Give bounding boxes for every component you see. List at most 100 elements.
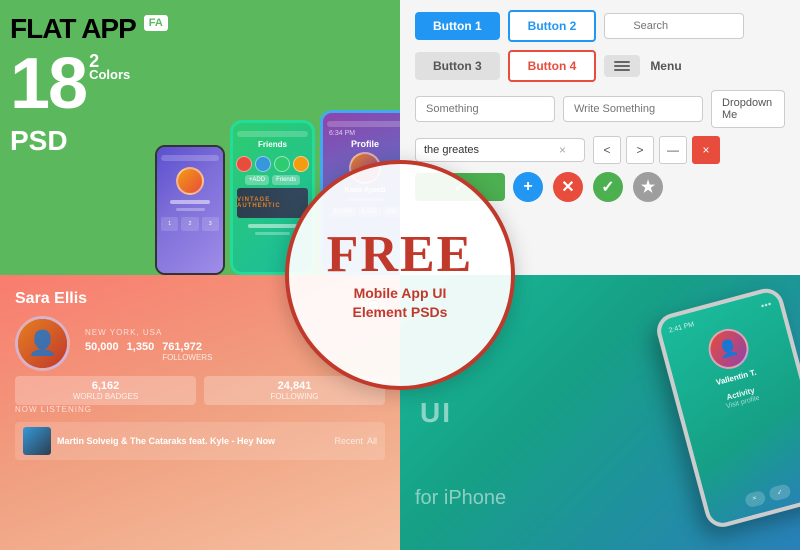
- stat-number-followers: 761,972: [162, 341, 212, 353]
- music-row: Martin Solveig & The Cataraks feat. Kyle…: [15, 422, 385, 460]
- write-something-input[interactable]: [563, 96, 703, 122]
- stat-number-badges: 6,162: [23, 380, 188, 392]
- menu-label: Menu: [650, 59, 681, 73]
- profile-stat-1350: 1,350: [127, 341, 155, 362]
- profile-top-stats: 50,000 1,350 761,972 FOLLOWERS: [85, 341, 212, 362]
- menu-line-3: [614, 69, 630, 71]
- iphone-mockup: 2:41 PM ●●● 👤 Vallentin T. Activity Visi…: [653, 284, 800, 530]
- stat-badges: 6,162 WORLD BADGES: [15, 376, 196, 405]
- phone-text-line-2: [176, 208, 205, 211]
- text-nav-row: × < > — ×: [415, 136, 785, 164]
- button-3[interactable]: Button 3: [415, 52, 500, 80]
- now-playing-label: Now Listening: [15, 405, 385, 414]
- profile-avatar-inner: 👤: [18, 319, 67, 368]
- friend-avatar-3: [274, 156, 290, 172]
- search-input[interactable]: [604, 13, 744, 39]
- button-4[interactable]: Button 4: [508, 50, 597, 82]
- phone-add-row: +ADD Friends: [245, 175, 300, 185]
- profile-avatar: 👤: [15, 316, 70, 371]
- stat-label-followers: FOLLOWERS: [162, 353, 212, 362]
- iphone-avatar-icon: 👤: [716, 336, 740, 360]
- dropdown-field[interactable]: Dropdown Me: [711, 90, 785, 128]
- nav-close-button[interactable]: ×: [692, 136, 720, 164]
- profile-stats: 6,162 WORLD BADGES 24,841 FOLLOWING: [15, 376, 385, 405]
- profile-name: Sara Ellis: [15, 290, 212, 308]
- phone-screen-profile: 1 2 3: [157, 147, 223, 273]
- phone-statusbar-m: [237, 131, 308, 137]
- profile-info: Sara Ellis 👤 NEW YORK, USA 50,000 1,350: [15, 290, 212, 371]
- menu-line-1: [614, 61, 630, 63]
- iphone-avatar: 👤: [704, 324, 753, 373]
- friend-avatar-2: [255, 156, 271, 172]
- menu-row: Menu: [604, 55, 681, 77]
- iphone-nav-btn-1[interactable]: ×: [743, 489, 766, 508]
- music-actions: Recent All: [334, 436, 377, 446]
- friends-row: [236, 156, 309, 172]
- star-icon-button[interactable]: ★: [633, 172, 663, 202]
- for-iphone-text: for iPhone: [415, 487, 506, 510]
- flat-app-info: FLAT APP FA 18 2 Colors PSD: [10, 15, 168, 157]
- stat-number-following: 24,841: [212, 380, 377, 392]
- subtitle-line-1: Mobile App UI: [354, 284, 447, 302]
- action-icons-row: + ✕ ✓ ★: [513, 172, 663, 202]
- iphone-nav-row: × ✓: [743, 482, 792, 508]
- stat-mini-2: 2: [181, 217, 198, 231]
- song-title: Martin Solveig & The Cataraks feat. Kyle…: [57, 436, 328, 446]
- vintage-block: VINTAGE AUTHENTIC: [237, 188, 308, 218]
- button-2[interactable]: Button 2: [508, 10, 597, 42]
- music-info: Martin Solveig & The Cataraks feat. Kyle…: [57, 436, 328, 446]
- flat-app-title: FLAT APP: [10, 15, 136, 43]
- nav-dash-button[interactable]: —: [659, 136, 687, 164]
- iphone-username: Vallentin T.: [715, 367, 757, 386]
- ui-text: UI: [420, 397, 452, 429]
- flat-app-badge: FA: [144, 15, 168, 31]
- check-icon-button[interactable]: ✓: [593, 172, 623, 202]
- friends-btn[interactable]: Friends: [272, 175, 300, 185]
- flat-app-psd: PSD: [10, 125, 168, 157]
- profile-stat-followers: 761,972 FOLLOWERS: [162, 341, 212, 362]
- iphone-statusbar: 2:41 PM ●●●: [668, 301, 772, 333]
- text-input-clear[interactable]: [424, 144, 554, 156]
- subtitle-line-2: Element PSDs: [353, 303, 448, 321]
- music-thumbnail: [23, 427, 51, 455]
- all-button[interactable]: All: [367, 436, 377, 446]
- flat-app-number: 18: [10, 48, 86, 120]
- stat-label-following: FOLLOWING: [212, 392, 377, 401]
- profile-avatar-row: 👤 NEW YORK, USA 50,000 1,350: [15, 316, 212, 371]
- iphone-time: 2:41 PM: [668, 321, 695, 335]
- profile-location-info: NEW YORK, USA 50,000 1,350 761,972 FOLLO…: [85, 326, 212, 362]
- phone-statusbar-l: [327, 121, 400, 127]
- phone-statusbar: [161, 155, 219, 161]
- add-icon-button[interactable]: +: [513, 172, 543, 202]
- input-row: Dropdown Me: [415, 90, 785, 128]
- free-text: FREE: [327, 229, 474, 281]
- button-row-2: Button 3 Button 4 Menu: [415, 50, 785, 82]
- menu-icon-button[interactable]: [604, 55, 640, 77]
- friends-label: Friends: [258, 140, 287, 149]
- iphone-signal: ●●●: [760, 300, 772, 309]
- nav-next-button[interactable]: >: [626, 136, 654, 164]
- close-icon-button[interactable]: ✕: [553, 172, 583, 202]
- nav-prev-button[interactable]: <: [593, 136, 621, 164]
- phone-time: 6:34 PM: [327, 130, 400, 137]
- something-input[interactable]: [415, 96, 555, 122]
- stat-mini-1: 1: [161, 217, 178, 231]
- stat-mini-3: 3: [202, 217, 219, 231]
- phone-mockup-small: 1 2 3: [155, 145, 225, 275]
- search-wrapper: 🔍: [604, 13, 744, 39]
- profile-location: NEW YORK, USA: [85, 328, 212, 337]
- recent-button[interactable]: Recent: [334, 436, 363, 446]
- button-1[interactable]: Button 1: [415, 12, 500, 40]
- center-overlay: FREE Mobile App UI Element PSDs: [285, 160, 515, 390]
- stat-number-1350: 1,350: [127, 341, 155, 353]
- phone-text-line-1: [170, 200, 211, 204]
- clear-icon[interactable]: ×: [559, 143, 566, 157]
- phone-avatar: [176, 167, 204, 195]
- iphone-nav-btn-2[interactable]: ✓: [768, 482, 793, 501]
- stat-label-badges: WORLD BADGES: [23, 392, 188, 401]
- phone-line-2: [255, 232, 291, 235]
- phone-profile-label: Profile: [351, 139, 379, 149]
- add-btn[interactable]: +ADD: [245, 175, 269, 185]
- vintage-text: VINTAGE AUTHENTIC: [237, 197, 308, 209]
- button-row-1: Button 1 Button 2 🔍: [415, 10, 785, 42]
